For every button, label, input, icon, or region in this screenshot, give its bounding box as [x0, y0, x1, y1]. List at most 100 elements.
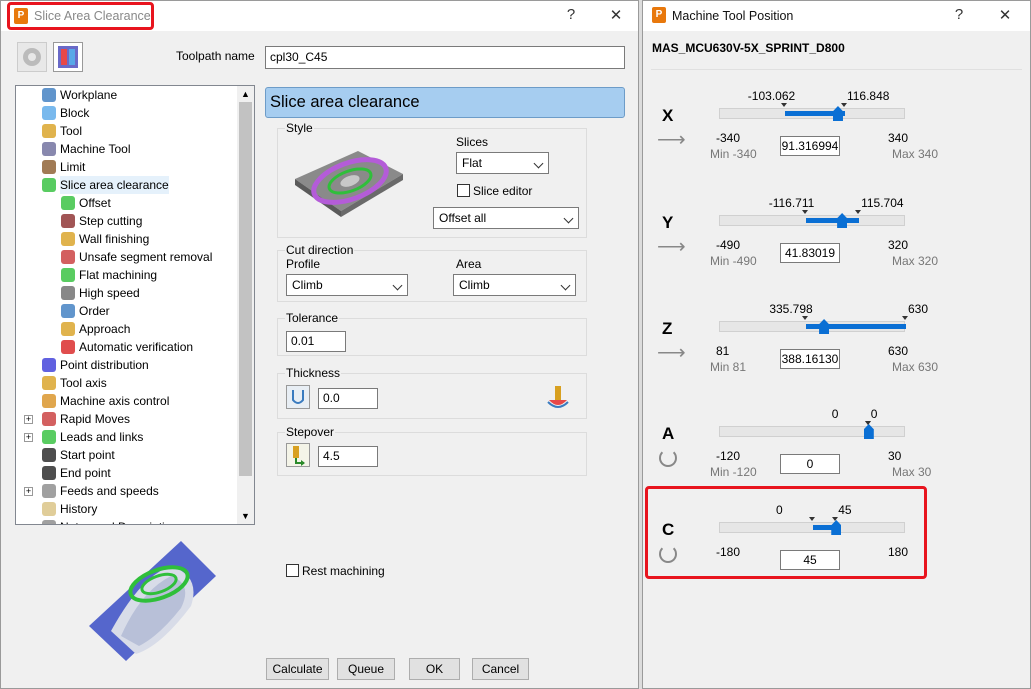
- axis-position-input[interactable]: 91.316994: [780, 136, 840, 156]
- tree-item-label: Wall finishing: [79, 232, 150, 246]
- cancel-button[interactable]: Cancel: [472, 658, 529, 680]
- slice-editor-checkbox[interactable]: [457, 184, 470, 197]
- slice-area-clearance-dialog: P Slice Area Clearance ? ✕ Toolpath name…: [0, 0, 639, 689]
- expand-icon[interactable]: +: [24, 415, 33, 424]
- lower-limit-marker-label: -116.711: [768, 196, 815, 210]
- axis-letter: X: [662, 106, 674, 125]
- dialog-title: Machine Tool Position: [672, 9, 794, 23]
- feeds-speeds-icon: [42, 484, 56, 498]
- block-icon: [42, 106, 56, 120]
- order-icon: [61, 304, 75, 318]
- upper-limit-marker: [840, 103, 847, 107]
- workplane-icon: [42, 88, 56, 102]
- slice-style-image: [293, 149, 405, 219]
- machine-axis-icon: [42, 394, 56, 408]
- axis-slider-thumb[interactable]: [832, 106, 843, 121]
- axis-slider-track[interactable]: [719, 213, 905, 228]
- thickness-icon[interactable]: [286, 385, 310, 409]
- offset-value: Offset all: [439, 211, 487, 225]
- profile-dropdown[interactable]: Climb: [286, 274, 408, 296]
- history-icon: [42, 502, 56, 516]
- tree-item-label: Rapid Moves: [60, 412, 131, 426]
- lower-limit-marker-label: 335.798: [769, 302, 813, 316]
- tree-item-label: Tool axis: [60, 376, 107, 390]
- area-label: Area: [456, 257, 482, 271]
- tree-item-label: History: [60, 502, 98, 516]
- calculate-button[interactable]: Calculate: [266, 658, 329, 680]
- axis-min-label: Min -340: [710, 147, 757, 161]
- help-button[interactable]: ?: [949, 6, 969, 23]
- form-settings-icon[interactable]: [17, 42, 47, 72]
- tree-item-label: Machine Tool: [60, 142, 131, 156]
- close-button[interactable]: ✕: [995, 6, 1015, 24]
- tree-item-label: Flat machining: [79, 268, 158, 282]
- area-value: Climb: [459, 278, 490, 292]
- chevron-down-icon: [563, 213, 574, 224]
- strategy-header-title: Slice area clearance: [270, 93, 420, 111]
- axis-slider-thumb[interactable]: [837, 213, 848, 228]
- axis-max-value: 630: [888, 344, 909, 358]
- axis-slider-track[interactable]: [719, 106, 905, 121]
- axis-max-value: 340: [888, 131, 909, 145]
- tolerance-input[interactable]: 0.01: [286, 331, 346, 352]
- expand-icon[interactable]: +: [24, 433, 33, 442]
- axis-slider-thumb[interactable]: [863, 424, 874, 439]
- offset-dropdown[interactable]: Offset all: [433, 207, 579, 229]
- unsafe-segment-icon: [61, 250, 75, 264]
- machine-tool-icon: [42, 142, 56, 156]
- tree-item-label: Approach: [79, 322, 131, 336]
- toolpath-name-input[interactable]: cpl30_C45: [265, 46, 625, 69]
- axis-max-label: Max 630: [892, 360, 939, 374]
- queue-button[interactable]: Queue: [337, 658, 395, 680]
- lower-limit-marker: [801, 210, 808, 214]
- ok-button[interactable]: OK: [409, 658, 460, 680]
- scroll-down-arrow[interactable]: ▼: [241, 511, 250, 521]
- tree-item-label: Slice area clearance: [60, 176, 169, 194]
- axis-slider-track[interactable]: [719, 319, 906, 334]
- high-speed-icon: [61, 286, 75, 300]
- axis-min-value: -120: [716, 449, 741, 463]
- tree-item-label: Unsafe segment removal: [79, 250, 213, 264]
- upper-limit-marker: [902, 316, 908, 320]
- linear-axis-arrow-icon: ⟶: [657, 129, 686, 151]
- stepover-input[interactable]: 4.5: [318, 446, 378, 467]
- axis-position-input[interactable]: 0: [780, 454, 840, 474]
- axis-position-input[interactable]: 41.83019: [780, 243, 840, 263]
- axis-min-label: Min 81: [710, 360, 747, 374]
- toolpath-name-label: Toolpath name: [176, 49, 255, 63]
- slices-dropdown[interactable]: Flat: [456, 152, 549, 174]
- lower-limit-marker-label: 0: [831, 407, 839, 421]
- axis-min-label: Min -490: [710, 254, 757, 268]
- help-button[interactable]: ?: [561, 6, 581, 23]
- thickness-input[interactable]: 0.0: [318, 388, 378, 409]
- upper-limit-marker: [864, 421, 871, 425]
- title-bar: P Machine Tool Position ? ✕: [643, 1, 1030, 31]
- rest-machining-checkbox[interactable]: [286, 564, 299, 577]
- component-thickness-icon[interactable]: [545, 384, 571, 410]
- lower-limit-marker: [780, 103, 787, 107]
- stepover-icon[interactable]: [286, 443, 310, 467]
- tree-scrollbar[interactable]: ▲ ▼: [237, 86, 254, 524]
- lower-limit-marker: [802, 316, 809, 320]
- tree-item-label: Order: [79, 304, 110, 318]
- tree-item-label: Point distribution: [60, 358, 149, 372]
- close-button[interactable]: ✕: [606, 6, 626, 24]
- upper-limit-marker-label: 630: [908, 302, 929, 316]
- axis-min-value: -490: [716, 238, 741, 252]
- rapid-moves-icon: [42, 412, 56, 426]
- area-dropdown[interactable]: Climb: [453, 274, 576, 296]
- limit-icon: [42, 160, 56, 174]
- strategy-tree[interactable]: ▲ ▼ Workplane Block Tool Machine Tool Limit S…: [15, 85, 255, 525]
- axis-letter: A: [662, 424, 675, 443]
- toolpath-preview-icon[interactable]: [53, 42, 83, 72]
- axis-slider-track[interactable]: [719, 424, 905, 439]
- axis-position-input[interactable]: 388.16130: [780, 349, 840, 369]
- scroll-thumb[interactable]: [239, 102, 252, 476]
- axis-max-label: Max 320: [892, 254, 939, 268]
- axis-slider-thumb[interactable]: [819, 319, 830, 334]
- start-point-icon: [42, 448, 56, 462]
- chevron-down-icon: [533, 158, 544, 169]
- scroll-up-arrow[interactable]: ▲: [241, 89, 250, 99]
- expand-icon[interactable]: +: [24, 487, 33, 496]
- title-highlight: [7, 2, 154, 30]
